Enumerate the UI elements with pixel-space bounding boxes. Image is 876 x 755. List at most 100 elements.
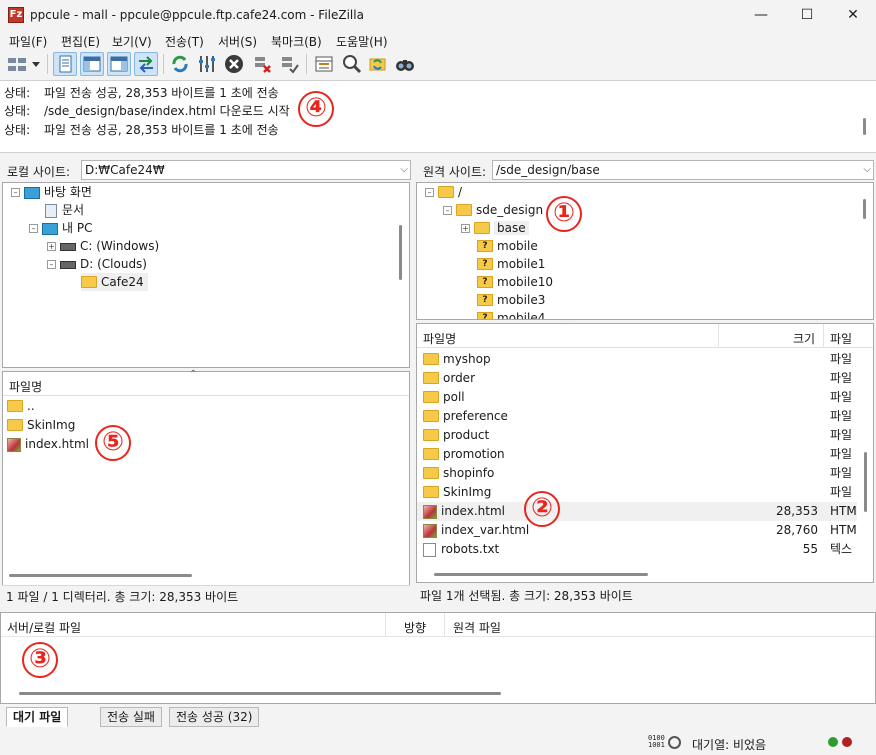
local-file-list[interactable]: 파일명 ⌃ .. SkinImg index.html: [2, 369, 410, 605]
remote-tree[interactable]: – / – sde_design + base ? mobile ? mobile1 ? m…: [416, 182, 874, 320]
list-item[interactable]: shopinfo 파일: [417, 464, 857, 483]
list-item[interactable]: SkinImg 파일: [417, 483, 857, 502]
tree-item[interactable]: ? mobile4: [477, 309, 545, 319]
cancel-icon[interactable]: [222, 52, 246, 76]
list-item[interactable]: robots.txt 55 텍스: [417, 540, 857, 559]
collapse-icon[interactable]: –: [425, 188, 434, 197]
close-button[interactable]: ✕: [830, 0, 876, 30]
toggle-local-tree-icon[interactable]: [80, 52, 104, 76]
transfer-queue[interactable]: 서버/로컬 파일 방향 원격 파일: [0, 612, 876, 704]
tree-item[interactable]: ? mobile3: [477, 291, 545, 309]
site-manager-icon[interactable]: [5, 52, 29, 76]
column-filename[interactable]: 파일명: [9, 378, 42, 395]
list-item[interactable]: index_var.html 28,760 HTM: [417, 521, 857, 540]
toggle-queue-icon[interactable]: [134, 52, 158, 76]
tree-item[interactable]: ? mobile1: [477, 255, 545, 273]
list-item[interactable]: SkinImg: [7, 416, 75, 435]
expand-icon[interactable]: +: [461, 224, 470, 233]
tab-queued-files[interactable]: 대기 파일: [6, 707, 69, 727]
column-type[interactable]: 파일: [830, 330, 852, 347]
refresh-icon[interactable]: [168, 52, 192, 76]
menu-transfer[interactable]: 전송(T): [165, 33, 204, 50]
reconnect-icon[interactable]: [277, 52, 301, 76]
speed-limit-icon[interactable]: [668, 736, 681, 749]
remote-tree-scrollbar[interactable]: [863, 199, 866, 219]
chevron-down-icon[interactable]: ⌵: [863, 161, 871, 179]
tree-item[interactable]: – D: (Clouds): [47, 255, 147, 273]
column-remote-file[interactable]: 원격 파일: [453, 619, 501, 636]
process-queue-icon[interactable]: [195, 52, 219, 76]
file-type: 텍스: [830, 542, 853, 556]
local-list-hscrollbar[interactable]: [9, 574, 192, 577]
queue-hscrollbar[interactable]: [19, 692, 501, 695]
menu-file[interactable]: 파일(F): [9, 33, 47, 50]
column-separator[interactable]: [385, 613, 386, 637]
column-separator[interactable]: [823, 324, 824, 348]
directory-listing-filter-icon[interactable]: [312, 52, 336, 76]
drive-icon: [60, 260, 76, 269]
maximize-button[interactable]: ☐: [784, 0, 830, 30]
collapse-icon[interactable]: –: [11, 188, 20, 197]
dropdown-icon[interactable]: [29, 52, 43, 76]
column-separator[interactable]: [718, 324, 719, 348]
local-list-header[interactable]: 파일명 ⌃: [3, 369, 409, 396]
local-tree-scrollbar[interactable]: [399, 225, 402, 280]
tree-item[interactable]: – sde_design: [443, 201, 543, 219]
find-files-icon[interactable]: [393, 52, 417, 76]
column-direction[interactable]: 방향: [404, 619, 426, 636]
menu-bookmarks[interactable]: 북마크(B): [271, 33, 322, 50]
column-filename[interactable]: 파일명: [423, 330, 456, 347]
tab-successful-transfers[interactable]: 전송 성공 (32): [169, 707, 260, 727]
collapse-icon[interactable]: –: [29, 224, 38, 233]
file-name: robots.txt: [441, 542, 500, 556]
toggle-remote-tree-icon[interactable]: [107, 52, 131, 76]
menu-help[interactable]: 도움말(H): [336, 33, 388, 50]
expand-icon[interactable]: +: [47, 242, 56, 251]
disconnect-icon[interactable]: [250, 52, 274, 76]
tree-item[interactable]: – 내 PC: [29, 219, 92, 237]
queue-header[interactable]: 서버/로컬 파일 방향 원격 파일: [1, 613, 875, 637]
menu-view[interactable]: 보기(V): [112, 33, 152, 50]
tree-item[interactable]: – /: [425, 183, 462, 201]
tree-item-label: sde_design: [476, 203, 544, 217]
minimize-button[interactable]: —: [738, 0, 784, 30]
tab-failed-transfers[interactable]: 전송 실패: [100, 707, 162, 727]
collapse-icon[interactable]: –: [443, 206, 452, 215]
list-item[interactable]: ..: [7, 397, 35, 416]
remote-path-input[interactable]: /sde_design/base ⌵: [492, 160, 874, 180]
list-item[interactable]: order 파일: [417, 369, 857, 388]
tree-item[interactable]: ? mobile10: [477, 273, 553, 291]
remote-file-list[interactable]: 파일명 ⌃ 크기 파일 myshop 파일 order 파일 poll 파일 prefere…: [416, 323, 874, 583]
remote-list-header[interactable]: 파일명 ⌃ 크기 파일: [417, 324, 873, 348]
collapse-icon[interactable]: –: [47, 260, 56, 269]
tree-item-selected[interactable]: + base: [461, 219, 529, 237]
tree-item-selected[interactable]: Cafe24: [81, 273, 148, 291]
list-item-selected[interactable]: index.html 28,353 HTM: [417, 502, 857, 521]
column-local-file[interactable]: 서버/로컬 파일: [7, 619, 81, 636]
local-path-input[interactable]: D:₩Cafe24₩ ⌵: [81, 160, 411, 180]
column-separator[interactable]: [444, 613, 445, 637]
message-log[interactable]: 상태: 파일 전송 성공, 28,353 바이트를 1 초에 전송 상태: /sde…: [0, 80, 876, 153]
list-item[interactable]: promotion 파일: [417, 445, 857, 464]
tree-item[interactable]: ? mobile: [477, 237, 538, 255]
remote-list-vscrollbar[interactable]: [864, 452, 867, 512]
menu-edit[interactable]: 편집(E): [61, 33, 100, 50]
list-item[interactable]: myshop 파일: [417, 350, 857, 369]
sync-browse-icon[interactable]: [366, 52, 390, 76]
chevron-down-icon[interactable]: ⌵: [400, 161, 408, 179]
folder-icon: [423, 466, 439, 479]
search-icon[interactable]: [340, 52, 364, 76]
list-item[interactable]: index.html: [7, 435, 89, 454]
menu-server[interactable]: 서버(S): [218, 33, 257, 50]
list-item[interactable]: preference 파일: [417, 407, 857, 426]
log-scrollbar[interactable]: [863, 118, 866, 135]
list-item[interactable]: poll 파일: [417, 388, 857, 407]
remote-list-hscrollbar[interactable]: [434, 573, 648, 576]
local-tree[interactable]: – 바탕 화면 문서 – 내 PC + C: (Windows) – D: (Cloud…: [2, 182, 410, 368]
tree-item[interactable]: + C: (Windows): [47, 237, 159, 255]
toggle-log-icon[interactable]: [53, 52, 77, 76]
column-size[interactable]: 크기: [793, 330, 815, 347]
list-item[interactable]: product 파일: [417, 426, 857, 445]
tree-item[interactable]: – 바탕 화면: [11, 183, 92, 201]
tree-item[interactable]: 문서: [45, 201, 84, 219]
